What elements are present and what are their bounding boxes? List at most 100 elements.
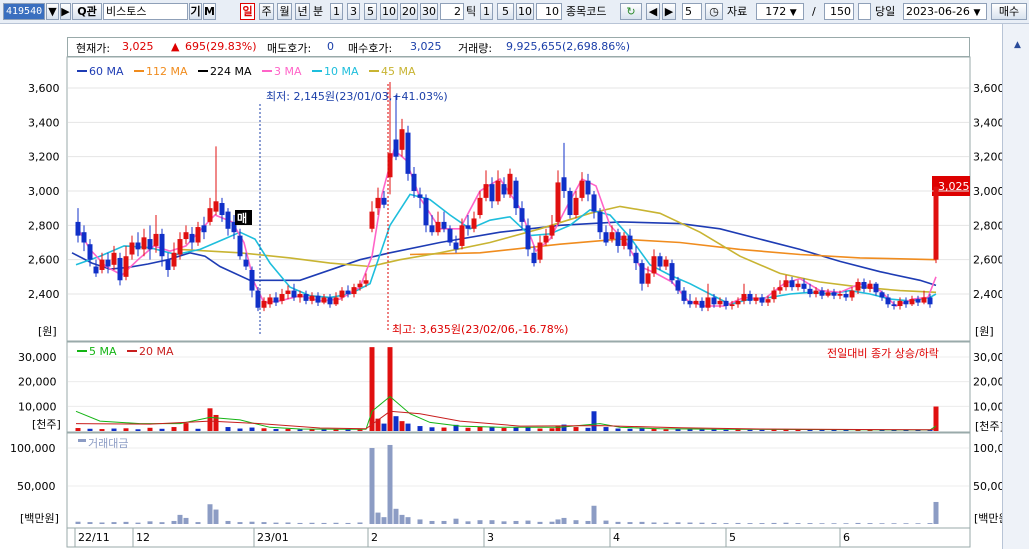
candle-body	[507, 173, 513, 195]
tick-1-button[interactable]: 1	[480, 3, 493, 20]
candle-body	[129, 242, 135, 255]
volume-bar	[501, 428, 507, 431]
candle-body	[345, 290, 351, 294]
candle-body	[333, 297, 339, 305]
custom-period-field[interactable]: 10	[536, 3, 562, 20]
data-count-select[interactable]: 172 ▼	[756, 3, 804, 20]
prev-button[interactable]: ◀	[646, 3, 660, 20]
stock-chart[interactable]: 3,600 3,600 3,400 3,400 3,200 3,200 3,000 3,000…	[0, 24, 1002, 549]
candle-body	[597, 211, 603, 233]
amount-bar	[213, 509, 219, 524]
price-tick-label-left: 3,000	[28, 185, 60, 198]
chevron-up-icon[interactable]: ▲	[1014, 40, 1021, 50]
volume-tick-label-left: 10,000	[18, 400, 57, 413]
amount-tick-label-left: 50,000	[17, 480, 56, 493]
volume-bar	[99, 429, 105, 431]
candle-body	[657, 256, 663, 267]
amount-bar	[759, 523, 765, 524]
chevron-down-icon: ▼	[973, 8, 981, 18]
minute-30-button[interactable]: 30	[420, 3, 438, 20]
volume-tick-label-right: 20,000	[973, 376, 1002, 389]
date-value: 2023-06-26	[906, 5, 970, 18]
amount-bar	[477, 520, 483, 524]
candle-body	[693, 300, 699, 305]
today-checkbox[interactable]	[858, 3, 871, 20]
amount-legend-label: 거래대금	[88, 437, 128, 450]
amount-bar	[525, 520, 531, 524]
amount-bar	[273, 522, 279, 524]
refresh-button[interactable]: ↻	[620, 3, 642, 20]
candle-body	[321, 297, 327, 303]
period-month-tab[interactable]: 월	[277, 3, 292, 20]
stock-code-field[interactable]: 419540	[3, 3, 45, 20]
candle-body	[159, 233, 165, 257]
step-field[interactable]: 5	[682, 3, 702, 20]
volume-note: 전일대비 종가 상승/하락	[827, 346, 939, 360]
code-dropdown-button[interactable]: ▼	[46, 3, 59, 20]
volume-bar	[393, 416, 399, 431]
toolbar: 419540 ▼ ▶ Q관 비스토스 기 M 일 주 월 년 분 1 3 5 1…	[0, 0, 1029, 24]
next-button[interactable]: ▶	[662, 3, 676, 20]
tick-5-button[interactable]: 5	[497, 3, 514, 20]
tick-count-field[interactable]: 2	[440, 3, 464, 20]
volume-bar	[417, 426, 423, 431]
buy-button[interactable]: 매수	[991, 3, 1027, 20]
tick-10-button[interactable]: 10	[516, 3, 534, 20]
candle-body	[801, 283, 807, 289]
minute-3-button[interactable]: 3	[347, 3, 360, 20]
volume-tick-label-left: 20,000	[18, 376, 57, 389]
amount-bar	[501, 521, 507, 524]
volume-bar	[75, 428, 81, 431]
gi-button[interactable]: 기	[189, 3, 202, 20]
candle-body	[435, 221, 441, 233]
minute-1-button[interactable]: 1	[330, 3, 343, 20]
amount-bar	[795, 523, 801, 524]
volume-bar	[759, 429, 765, 431]
period-day-tab[interactable]: 일	[240, 3, 255, 20]
stock-name-field[interactable]: 비스토스	[103, 3, 188, 20]
amount-bar	[639, 521, 645, 524]
amount-tick-label-left: 100,000	[10, 442, 56, 455]
volume-bar	[573, 427, 579, 431]
candle-body	[555, 182, 561, 222]
candle-body	[567, 191, 573, 216]
x-axis-label: 3	[487, 531, 494, 544]
candle-body	[123, 256, 129, 277]
candle-body	[585, 180, 591, 195]
amount-unit-left: [백만원]	[20, 512, 59, 525]
next-stock-button[interactable]: ▶	[60, 3, 71, 20]
candle-body	[735, 300, 741, 305]
amount-bar	[261, 522, 267, 524]
clock-button[interactable]: ◷	[705, 3, 723, 20]
candle-body	[741, 294, 747, 301]
candle-body	[645, 273, 651, 284]
period-week-tab[interactable]: 주	[259, 3, 274, 20]
volume-bar	[135, 429, 141, 431]
minute-5-button[interactable]: 5	[364, 3, 377, 20]
candle-body	[459, 225, 465, 246]
amount-bar	[627, 522, 633, 524]
volume-bar	[549, 428, 555, 431]
m-button[interactable]: M	[203, 3, 216, 20]
candle-body	[789, 280, 795, 288]
legend-label: 224 MA	[210, 65, 252, 78]
candle-body	[711, 297, 717, 305]
price-tick-label-right: 2,400	[973, 288, 1002, 301]
name-search-button[interactable]: Q관	[72, 3, 102, 20]
candle-body	[189, 233, 195, 243]
candle-body	[687, 300, 693, 305]
period-year-tab[interactable]: 년	[295, 3, 310, 20]
refresh-icon: ↻	[626, 5, 636, 18]
candle-body	[591, 194, 597, 212]
amount-bar	[615, 521, 621, 524]
amount-bar	[687, 522, 693, 524]
minute-20-button[interactable]: 20	[400, 3, 418, 20]
data-total-field[interactable]: 150	[824, 3, 854, 20]
amount-bar	[441, 520, 447, 524]
candle-body	[471, 218, 477, 229]
right-sidebar[interactable]	[1002, 24, 1029, 549]
volume-bar	[225, 427, 231, 431]
minute-10-button[interactable]: 10	[380, 3, 398, 20]
candle-body	[135, 242, 141, 250]
date-picker[interactable]: 2023-06-26 ▼	[903, 3, 987, 20]
